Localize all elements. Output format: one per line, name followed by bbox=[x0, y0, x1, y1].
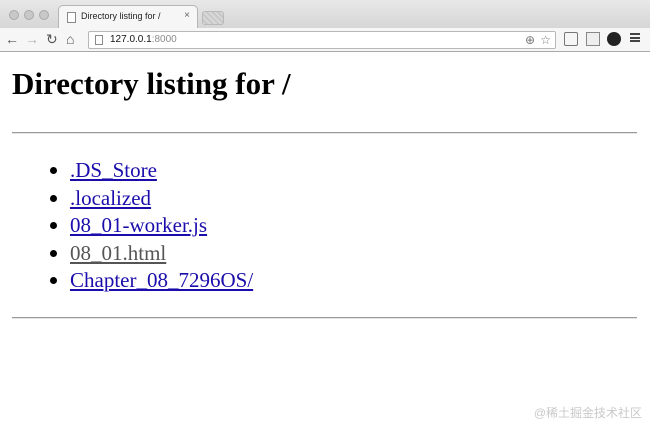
file-link[interactable]: Chapter_08_7296OS/ bbox=[70, 268, 253, 292]
url-text: 127.0.0.1:8000 bbox=[110, 34, 177, 45]
file-link[interactable]: .DS_Store bbox=[70, 158, 157, 182]
file-link[interactable]: 08_01.html bbox=[70, 241, 166, 265]
forward-arrow-icon[interactable]: → bbox=[25, 31, 39, 47]
tab-title: Directory listing for / bbox=[81, 11, 161, 21]
page-content: Directory listing for / .DS_Store .locali… bbox=[0, 52, 650, 427]
window-close-button[interactable] bbox=[9, 10, 19, 20]
menu-icon[interactable] bbox=[630, 33, 640, 42]
url-port: :8000 bbox=[151, 34, 177, 45]
home-icon[interactable]: ⌂ bbox=[66, 31, 74, 47]
window-maximize-button[interactable] bbox=[39, 10, 49, 20]
bookmark-star-icon[interactable]: ☆ bbox=[540, 32, 551, 48]
bottom-divider bbox=[12, 317, 637, 319]
page-title: Directory listing for / bbox=[12, 66, 291, 101]
window-minimize-button[interactable] bbox=[24, 10, 34, 20]
reload-icon[interactable]: ↻ bbox=[46, 31, 58, 47]
browser-toolbar: ← → ↻ ⌂ 127.0.0.1:8000 ⊕ ☆ bbox=[0, 28, 650, 52]
extension-dark-icon[interactable] bbox=[607, 32, 621, 46]
bullet-icon bbox=[50, 277, 57, 284]
address-bar[interactable]: 127.0.0.1:8000 ⊕ ☆ bbox=[88, 31, 556, 49]
zoom-icon[interactable]: ⊕ bbox=[525, 32, 535, 48]
bullet-icon bbox=[50, 249, 57, 257]
file-link[interactable]: .localized bbox=[70, 186, 151, 210]
bullet-icon bbox=[50, 194, 57, 202]
url-host: 127.0.0.1 bbox=[110, 34, 152, 45]
bullet-icon bbox=[50, 222, 57, 229]
page-icon bbox=[67, 12, 76, 23]
top-divider bbox=[12, 132, 637, 134]
file-link[interactable]: 08_01-worker.js bbox=[70, 213, 207, 237]
new-tab-button[interactable] bbox=[202, 11, 224, 25]
page-info-icon[interactable] bbox=[95, 35, 103, 45]
extension-icon[interactable] bbox=[586, 32, 600, 46]
tab-close-icon[interactable]: × bbox=[184, 10, 190, 21]
watermark: @稀土掘金技术社区 bbox=[533, 406, 642, 420]
back-arrow-icon[interactable]: ← bbox=[5, 31, 19, 47]
tab-strip: Directory listing for / × bbox=[0, 0, 650, 28]
cast-icon[interactable] bbox=[564, 32, 578, 46]
bullet-icon bbox=[50, 167, 57, 174]
browser-tab[interactable]: Directory listing for / × bbox=[58, 5, 198, 28]
